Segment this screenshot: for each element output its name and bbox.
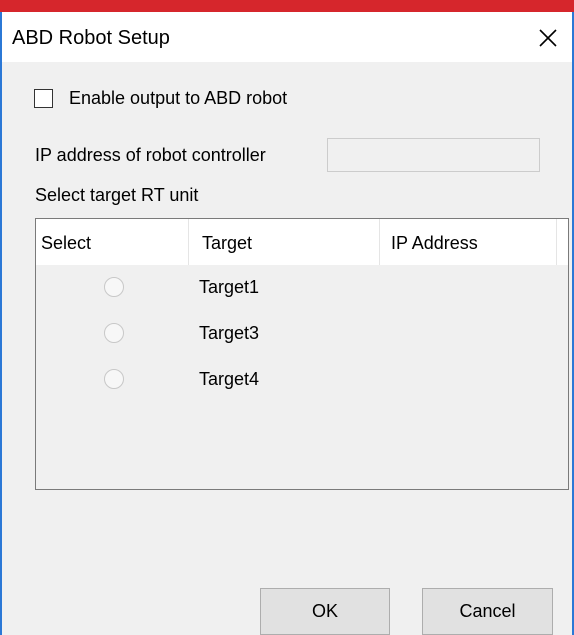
- close-button[interactable]: [530, 20, 566, 56]
- window-left-border: [0, 12, 2, 635]
- top-accent-bar: [0, 0, 574, 12]
- column-separator[interactable]: [556, 219, 557, 265]
- enable-output-label: Enable output to ABD robot: [69, 88, 288, 108]
- target-radio-button[interactable]: [104, 323, 124, 343]
- target-name: Target4: [199, 369, 260, 389]
- column-header-target[interactable]: Target: [202, 233, 252, 254]
- list-header: Select Target IP Address: [36, 219, 568, 265]
- list-item[interactable]: Target3: [36, 311, 568, 357]
- target-radio-button[interactable]: [104, 277, 124, 297]
- target-name: Target3: [199, 323, 260, 343]
- column-separator[interactable]: [379, 219, 380, 265]
- column-header-select[interactable]: Select: [41, 233, 91, 254]
- ok-button[interactable]: OK: [260, 588, 390, 635]
- target-radio-button[interactable]: [104, 369, 124, 389]
- select-target-label: Select target RT unit: [35, 185, 199, 205]
- ip-address-label: IP address of robot controller: [35, 145, 266, 165]
- cancel-button[interactable]: Cancel: [422, 588, 553, 635]
- target-name: Target1: [199, 277, 260, 297]
- ip-address-field[interactable]: [327, 138, 540, 172]
- title-bar: ABD Robot Setup: [2, 12, 572, 62]
- target-list[interactable]: Select Target IP Address Target1 Target3…: [35, 218, 569, 490]
- list-item[interactable]: Target1: [36, 265, 568, 311]
- list-item[interactable]: Target4: [36, 357, 568, 403]
- window-title: ABD Robot Setup: [12, 27, 170, 49]
- enable-output-option[interactable]: Enable output to ABD robot: [34, 88, 287, 109]
- dialog-window: ABD Robot Setup Enable output to ABD rob…: [0, 0, 574, 635]
- column-separator[interactable]: [188, 219, 189, 265]
- enable-output-checkbox[interactable]: [34, 89, 53, 108]
- column-header-ip-address[interactable]: IP Address: [391, 233, 478, 254]
- close-icon: [539, 29, 557, 47]
